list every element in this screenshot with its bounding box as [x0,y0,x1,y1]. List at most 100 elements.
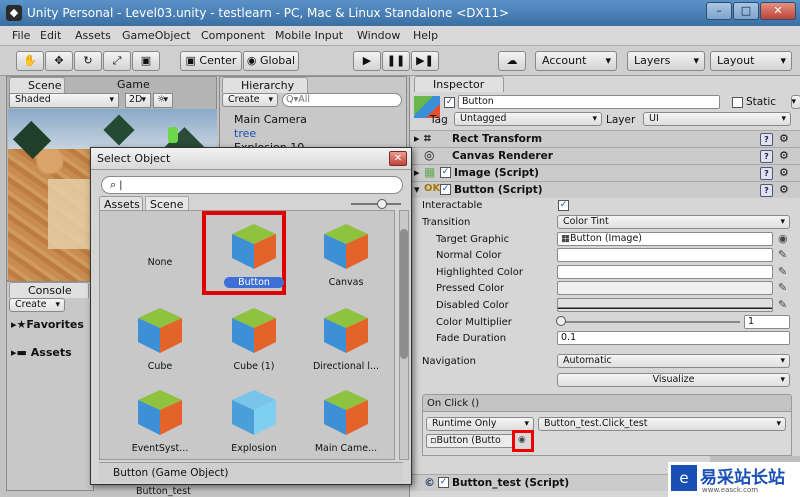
object-grid-item[interactable]: Cube (1) [214,297,294,379]
object-grid-item[interactable]: Explosion [214,379,294,459]
layout-dropdown[interactable]: Layout ▾ [710,51,792,71]
help-icon[interactable]: ? [760,184,773,197]
image-script-header[interactable]: ▸ ▦ ✓ Image (Script) ? ⚙ [410,164,800,181]
eyedropper-icon[interactable]: ✎ [778,248,787,261]
target-graphic-field[interactable]: ▦Button (Image) [557,232,773,246]
move-tool-button[interactable]: ✥ [45,51,73,71]
minimize-button[interactable]: – [706,2,732,20]
normal-color-field[interactable] [557,248,773,262]
rect-tool-button[interactable]: ▣ [132,51,160,71]
layer-dropdown[interactable]: UI [643,112,791,126]
gear-icon[interactable]: ⚙ [779,166,789,179]
gear-icon[interactable]: ⚙ [779,149,789,162]
static-checkbox[interactable] [732,97,743,108]
tab-game[interactable]: Game [99,77,159,93]
color-multiplier-slider-track[interactable] [560,321,740,323]
tab-hierarchy[interactable]: Hierarchy [222,77,308,93]
menu-mobile-input[interactable]: Mobile Input [275,29,343,42]
play-button[interactable]: ▶ [353,51,381,71]
thumbnail-size-slider[interactable] [351,203,401,205]
assets-folder[interactable]: ▸▬ Assets [11,346,72,359]
step-button[interactable]: ▶❚ [411,51,439,71]
object-picker-icon[interactable]: ◉ [778,232,788,245]
scale-tool-button[interactable]: ⤢ [103,51,131,71]
eyedropper-icon[interactable]: ✎ [778,298,787,311]
image-enabled-checkbox[interactable]: ✓ [440,167,451,178]
close-button[interactable]: ✕ [760,2,796,20]
tab-console[interactable]: Console [9,282,89,298]
hierarchy-create-dropdown[interactable]: Create [222,93,278,107]
interactable-checkbox[interactable]: ✓ [558,200,569,211]
menu-file[interactable]: File [12,29,30,42]
menu-window[interactable]: Window [357,29,400,42]
gameobject-name-input[interactable]: Button [458,95,720,109]
favorites-folder[interactable]: ▸★Favorites [11,318,84,331]
eyedropper-icon[interactable]: ✎ [778,265,787,278]
menu-gameobject[interactable]: GameObject [122,29,191,42]
eyedropper-icon[interactable]: ✎ [778,281,787,294]
object-grid-item[interactable]: None [120,213,200,295]
object-grid-item[interactable]: Directional l... [306,297,386,379]
menu-assets[interactable]: Assets [75,29,111,42]
menu-edit[interactable]: Edit [40,29,61,42]
visualize-button[interactable]: Visualize [557,373,790,387]
transition-dropdown[interactable]: Color Tint [557,215,790,229]
project-create-dropdown[interactable]: Create [9,298,65,312]
thumbnail-size-slider-thumb[interactable] [377,199,387,209]
highlighted-color-field[interactable] [557,265,773,279]
hierarchy-item-tree[interactable]: tree [234,127,256,140]
cloud-button[interactable]: ☁ [498,51,526,71]
active-checkbox[interactable]: ✓ [444,97,455,108]
hand-tool-button[interactable]: ✋ [16,51,44,71]
disabled-color-field[interactable] [557,298,773,312]
object-grid-item[interactable]: Button [202,211,294,295]
function-dropdown[interactable]: Button_test.Click_test [538,417,786,431]
object-grid-item[interactable]: Main Came... [306,379,386,459]
tag-dropdown[interactable]: Untagged [454,112,602,126]
navigation-dropdown[interactable]: Automatic [557,354,790,368]
rect-transform-header[interactable]: ▸ ⌗ Rect Transform ? ⚙ [410,130,800,147]
account-dropdown[interactable]: Account ▾ [535,51,617,71]
object-picker-icon[interactable]: ◉ [518,435,526,445]
help-icon[interactable]: ? [760,133,773,146]
static-dropdown[interactable] [791,95,800,109]
button-script-header[interactable]: ▾ OK ✓ Button (Script) ? ⚙ [410,181,800,198]
object-grid-item[interactable]: Cube [120,297,200,379]
dialog-search-input[interactable]: ⌕ | [101,176,403,194]
tab-scene[interactable]: Scene [9,77,65,93]
shading-mode-dropdown[interactable]: Shaded [9,93,119,108]
global-button[interactable]: ◉ Global [243,51,299,71]
color-multiplier-input[interactable]: 1 [744,315,790,329]
pivot-center-button[interactable]: ▣ Center [180,51,242,71]
help-icon[interactable]: ? [760,167,773,180]
dialog-scrollbar[interactable] [399,210,409,460]
fade-duration-input[interactable]: 0.1 [557,331,790,345]
rotate-tool-button[interactable]: ↻ [74,51,102,71]
gear-icon[interactable]: ⚙ [779,183,789,196]
runtime-dropdown[interactable]: Runtime Only [426,417,534,431]
lighting-toggle[interactable]: ☼ [153,93,173,108]
dialog-close-button[interactable]: ✕ [389,151,407,166]
hierarchy-search-input[interactable]: Q▾All [282,93,402,107]
onclick-object-field[interactable]: ▫Button (Butto [426,434,514,448]
pause-button[interactable]: ❚❚ [382,51,410,71]
pressed-color-field[interactable] [557,281,773,295]
object-grid-item[interactable]: Canvas [306,213,386,295]
tab-inspector[interactable]: Inspector [414,76,504,92]
player-icon [168,127,178,143]
hierarchy-item-main-camera[interactable]: Main Camera [234,113,307,126]
button-test-enabled-checkbox[interactable]: ✓ [438,477,449,488]
menu-component[interactable]: Component [201,29,265,42]
project-item-button-test[interactable]: Button_test [136,486,191,497]
object-grid-item[interactable]: EventSyst... [120,379,200,459]
help-icon[interactable]: ? [760,150,773,163]
menu-help[interactable]: Help [413,29,438,42]
canvas-renderer-header[interactable]: ◎ Canvas Renderer ? ⚙ [410,147,800,164]
gear-icon[interactable]: ⚙ [779,132,789,145]
layers-dropdown[interactable]: Layers ▾ [627,51,705,71]
color-multiplier-slider-thumb[interactable] [556,316,566,326]
maximize-button[interactable]: □ [733,2,759,20]
2d-toggle[interactable]: 2D [125,93,151,108]
dialog-scrollbar-thumb[interactable] [400,229,408,359]
button-enabled-checkbox[interactable]: ✓ [440,184,451,195]
